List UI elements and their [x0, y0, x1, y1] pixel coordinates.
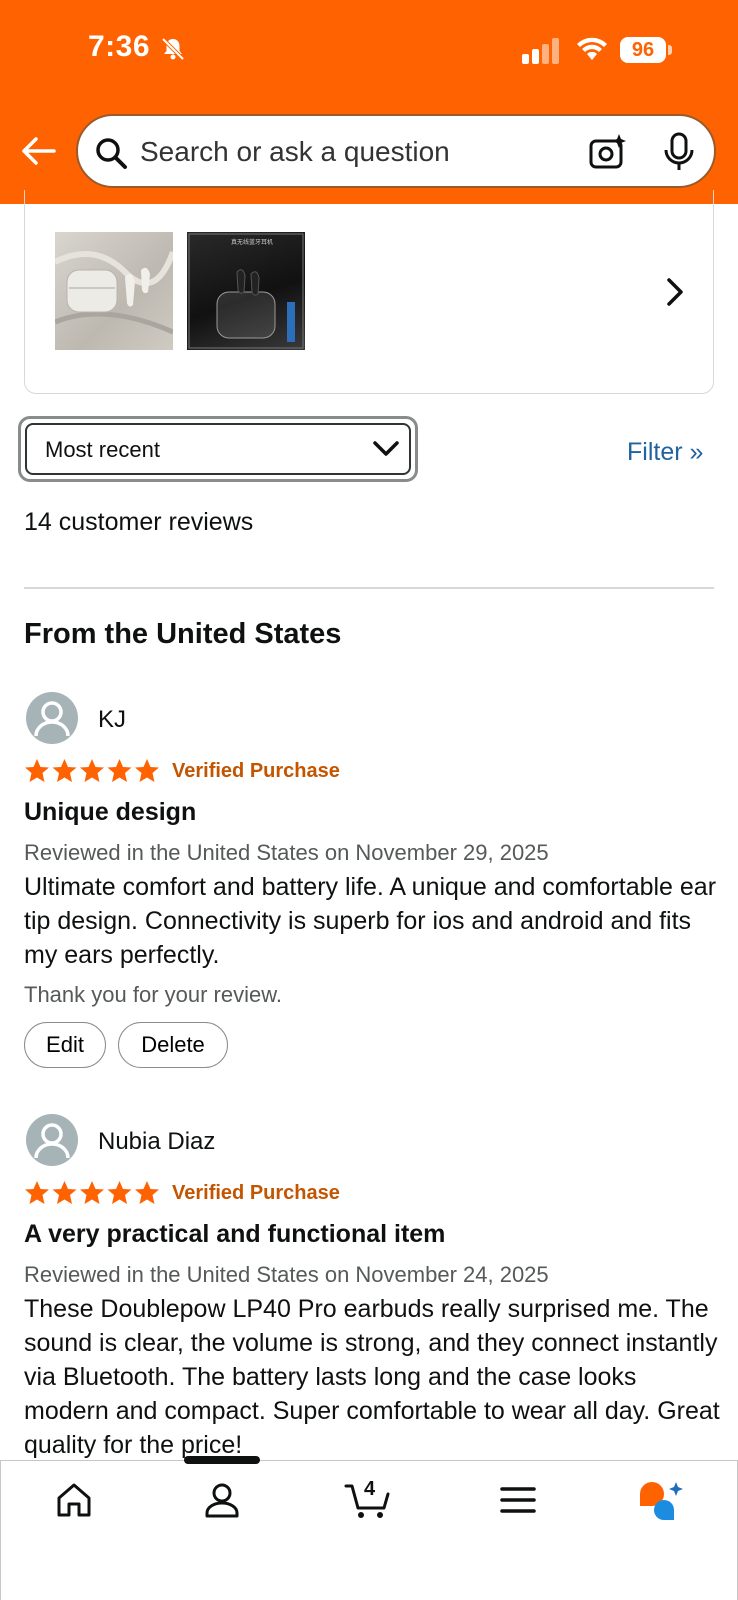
chevron-right-icon[interactable] — [663, 276, 687, 308]
review-image-thumbnail[interactable]: 真无线蓝牙耳机 — [187, 232, 305, 350]
delete-review-button[interactable]: Delete — [118, 1022, 228, 1068]
sort-dropdown[interactable]: Most recent — [18, 416, 418, 482]
reviewer-name[interactable]: KJ — [98, 706, 126, 734]
cart-count-badge: 4 — [364, 1478, 376, 1500]
status-bar: 7:36 96 — [0, 0, 738, 100]
reviewer-name[interactable]: Nubia Diaz — [98, 1128, 215, 1156]
rufus-assistant-icon[interactable] — [638, 1480, 684, 1520]
review-image-thumbnail[interactable] — [55, 232, 173, 350]
avatar[interactable] — [26, 1114, 78, 1166]
chevron-down-icon — [373, 441, 399, 456]
region-heading: From the United States — [24, 618, 342, 650]
review-item: Nubia Diaz Verified Purchase A very prac… — [24, 1114, 724, 1459]
review-body: Ultimate comfort and battery life. A uni… — [24, 873, 717, 969]
status-time: 7:36 — [88, 30, 151, 63]
verified-purchase-badge: Verified Purchase — [172, 760, 340, 782]
wifi-icon — [577, 37, 607, 60]
microphone-icon[interactable] — [662, 132, 696, 172]
camera-search-icon[interactable] — [588, 132, 628, 172]
sort-selected-value: Most recent — [45, 437, 160, 462]
review-date: Reviewed in the United States on Novembe… — [24, 840, 549, 865]
home-icon[interactable] — [54, 1480, 94, 1520]
silent-bell-icon — [161, 37, 185, 61]
search-icon — [96, 138, 127, 169]
battery-indicator: 96 — [620, 37, 672, 63]
svg-text:真无线蓝牙耳机: 真无线蓝牙耳机 — [231, 238, 273, 246]
review-body: These Doublepow LP40 Pro earbuds really … — [24, 1295, 720, 1459]
star-rating — [25, 1181, 159, 1204]
battery-level: 96 — [620, 37, 666, 63]
filter-link[interactable]: Filter » — [627, 438, 703, 467]
divider — [24, 587, 714, 589]
app-header: 7:36 96 — [0, 0, 738, 204]
review-count: 14 customer reviews — [24, 508, 254, 536]
account-icon[interactable] — [202, 1480, 242, 1520]
active-tab-indicator — [184, 1456, 260, 1464]
edit-review-button[interactable]: Edit — [24, 1022, 106, 1068]
search-bar[interactable] — [76, 114, 716, 188]
star-rating — [25, 759, 159, 782]
avatar[interactable] — [26, 692, 78, 744]
review-title: Unique design — [24, 798, 197, 826]
verified-purchase-badge: Verified Purchase — [172, 1182, 340, 1204]
review-item: KJ Verified Purchase Unique design Revie… — [24, 692, 724, 1092]
back-arrow-icon[interactable] — [20, 135, 56, 167]
review-thanks-note: Thank you for your review. — [24, 982, 283, 1007]
customer-images-card: 真无线蓝牙耳机 — [24, 190, 714, 394]
review-title: A very practical and functional item — [24, 1220, 446, 1248]
menu-icon[interactable] — [498, 1480, 538, 1520]
search-input[interactable] — [140, 130, 560, 174]
review-date: Reviewed in the United States on Novembe… — [24, 1262, 549, 1287]
cell-signal-icon — [522, 38, 559, 64]
